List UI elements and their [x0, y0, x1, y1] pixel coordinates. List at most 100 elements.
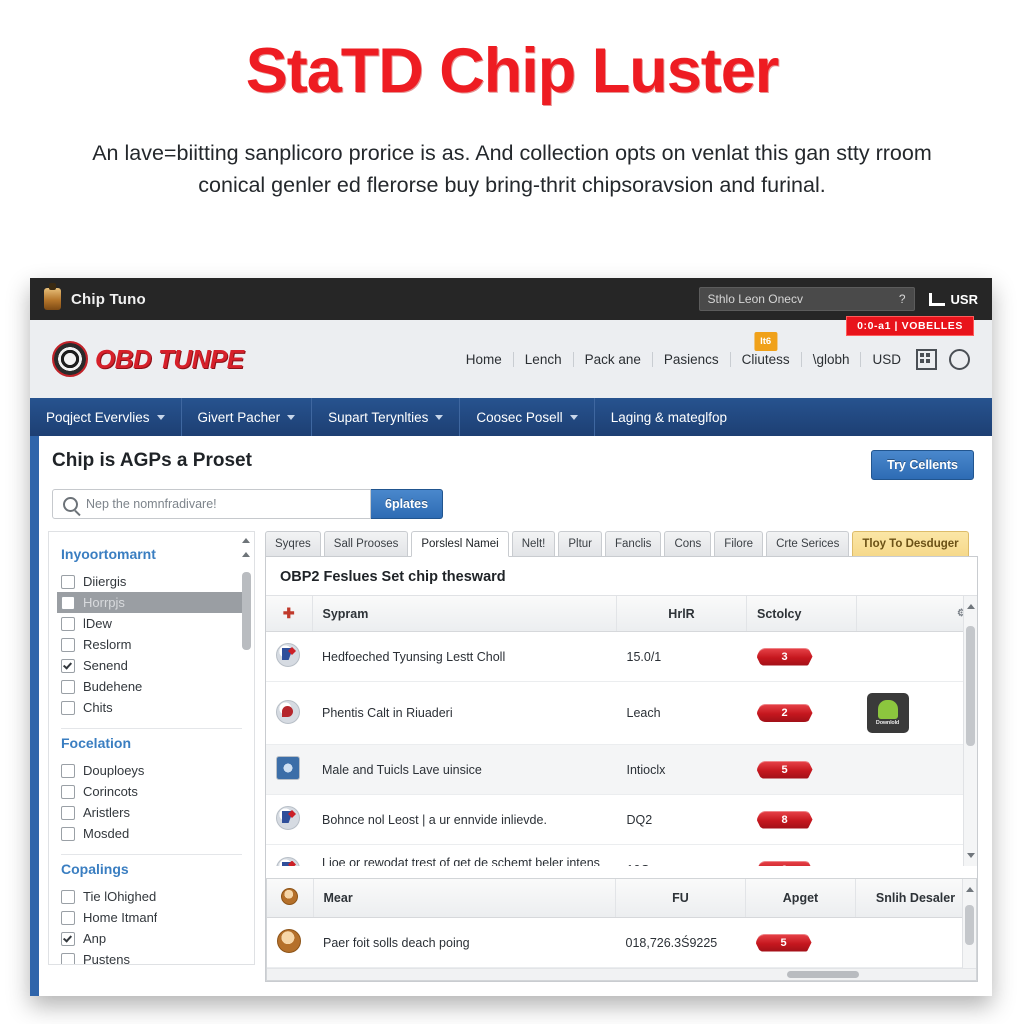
- blue-arrow-icon: [276, 643, 300, 667]
- filter-option[interactable]: Diiergis: [57, 571, 246, 592]
- scroll-down-icon[interactable]: [967, 853, 975, 858]
- mainnav-item-project-overview[interactable]: Poqject Evervlies: [30, 398, 182, 436]
- tab-fanclis[interactable]: Fanclis: [605, 531, 662, 556]
- col-icon[interactable]: ✚: [266, 596, 313, 632]
- topnav-item-currency[interactable]: USD: [861, 352, 912, 367]
- table-row[interactable]: Bohnce nol Leost | a ur ennvide inlievde…: [266, 794, 977, 845]
- scrollbar-thumb[interactable]: [966, 626, 975, 746]
- checkbox[interactable]: [61, 952, 75, 964]
- filter-option[interactable]: Budehene: [57, 676, 246, 697]
- update-button[interactable]: 6plates: [371, 489, 444, 519]
- filter-option[interactable]: Douploeys: [57, 760, 246, 781]
- checkbox-checked[interactable]: [61, 931, 75, 946]
- mainnav-item-supart-terynlties[interactable]: Supart Terynlties: [312, 398, 461, 436]
- search-row: Nep the nomnfradivare! 6plates: [30, 480, 992, 519]
- mainnav-item-coosec-posell[interactable]: Coosec Posell: [460, 398, 595, 436]
- filter-option-label: Pustens: [83, 952, 130, 965]
- checkbox[interactable]: [61, 700, 75, 715]
- calculator-icon[interactable]: [916, 348, 937, 370]
- tab-nelt[interactable]: Nelt!: [511, 531, 556, 556]
- results-table-1-wrapper: ✚ Sypram HrlR Sctolcy ⚙ Hedfoeched Tyuns…: [266, 595, 977, 866]
- mainnav-item-givert-pacher[interactable]: Givert Pacher: [182, 398, 313, 436]
- filter-option[interactable]: Anp: [57, 928, 246, 949]
- row-icon-cell: [266, 794, 312, 845]
- app-name: Chip Tuno: [71, 290, 146, 308]
- android-download-icon[interactable]: Downlold: [866, 693, 909, 733]
- scroll-up-icon[interactable]: [966, 887, 974, 892]
- checkbox[interactable]: [61, 889, 75, 904]
- filter-option[interactable]: Aristlers: [57, 802, 246, 823]
- table-2-scrollbar[interactable]: [962, 879, 976, 980]
- table-row[interactable]: Hedfoeched Tyunsing Lestt Choll 15.0/1 3: [266, 631, 977, 682]
- topnav-item-lench[interactable]: Lench: [514, 351, 574, 367]
- col-hrlr[interactable]: HrlR: [616, 596, 747, 632]
- col-tools[interactable]: ⚙: [856, 596, 977, 632]
- topnav-item-home[interactable]: Home: [455, 351, 514, 367]
- topnav-item-pasiencs[interactable]: Pasiencs: [653, 351, 731, 367]
- tab-porslesl-namei[interactable]: Porslesl Namei: [411, 531, 509, 557]
- scrollbar-thumb[interactable]: [965, 905, 974, 945]
- search-input[interactable]: Nep the nomnfradivare!: [52, 489, 371, 519]
- brand-logo[interactable]: OBD TUNPE: [52, 341, 244, 377]
- checkbox[interactable]: [61, 763, 75, 778]
- tab-filore[interactable]: Filore: [714, 531, 764, 556]
- try-cellents-button[interactable]: Try Cellents: [871, 450, 974, 480]
- titlebar-search-input[interactable]: Sthlo Leon Onecv ?: [698, 287, 915, 311]
- mainnav-item-laging[interactable]: Laging & mateglfop: [595, 398, 743, 436]
- filter-option[interactable]: lDew: [57, 613, 246, 634]
- filter-group-heading-1: Focelation: [61, 735, 132, 751]
- col-snlih-desaler[interactable]: Snlih Desaler: [855, 879, 976, 918]
- table-row[interactable]: Phentis Calt in Riuaderi Leach 2 Downlol…: [266, 681, 977, 745]
- tab-syqres[interactable]: Syqres: [265, 531, 321, 556]
- account-circle-icon[interactable]: [949, 348, 970, 370]
- scroll-up-icon[interactable]: [967, 604, 975, 609]
- table-2-hscrollbar[interactable]: [267, 968, 976, 980]
- hscrollbar-thumb[interactable]: [787, 971, 859, 978]
- tab-pltur[interactable]: Pltur: [558, 531, 602, 556]
- col-sctolcy[interactable]: Sctolcy: [746, 596, 857, 632]
- checkbox-checked[interactable]: [61, 658, 75, 673]
- checkbox[interactable]: [61, 910, 75, 925]
- table-1-scrollbar[interactable]: [963, 596, 977, 866]
- filter-option[interactable]: Chits: [57, 697, 246, 718]
- checkbox[interactable]: [61, 826, 75, 841]
- tab-crte-serices[interactable]: Crte Serices: [766, 531, 850, 556]
- filter-group-focelation: Focelation Douploeys Corincots Aristlers…: [61, 735, 242, 855]
- checkbox[interactable]: [61, 784, 75, 799]
- checkbox[interactable]: [61, 574, 75, 589]
- col-mear[interactable]: Mear: [313, 879, 616, 918]
- scroll-up-icon-2[interactable]: [242, 552, 250, 557]
- scrollbar-thumb[interactable]: [242, 572, 251, 650]
- scroll-up-icon[interactable]: [242, 538, 250, 543]
- tab-tloy-to-desduger[interactable]: Tloy To Desduger: [852, 531, 969, 556]
- topnav-item-cliutess[interactable]: lt6 Cliutess: [731, 331, 802, 367]
- filter-option[interactable]: Tie lOhighed: [57, 886, 246, 907]
- tab-sall-prooses[interactable]: Sall Prooses: [323, 531, 409, 556]
- col-sypram[interactable]: Sypram: [312, 596, 617, 632]
- filter-option-selected[interactable]: Horrpjs: [57, 592, 246, 613]
- checkbox[interactable]: [61, 637, 75, 652]
- checkbox[interactable]: [61, 595, 75, 610]
- topnav-item-packane[interactable]: Pack ane: [574, 351, 653, 367]
- col-fu[interactable]: FU: [615, 879, 746, 918]
- user-menu[interactable]: USR: [928, 292, 978, 307]
- checkbox[interactable]: [61, 616, 75, 631]
- row-badge-cell: 8: [746, 794, 857, 845]
- topnav-item-globh[interactable]: \globh: [802, 351, 862, 367]
- table-row[interactable]: Lioe or rewodat trest of get de schemt b…: [266, 844, 977, 866]
- filter-option[interactable]: Corincots: [57, 781, 246, 802]
- checkbox[interactable]: [61, 805, 75, 820]
- checkbox[interactable]: [61, 679, 75, 694]
- sidebar-scrollbar[interactable]: [242, 538, 251, 956]
- filter-option[interactable]: Reslorm: [57, 634, 246, 655]
- col-icon-2[interactable]: [267, 879, 314, 918]
- filter-option[interactable]: Senend: [57, 655, 246, 676]
- col-apget[interactable]: Apget: [745, 879, 856, 918]
- table-row[interactable]: Paer foit solls deach poing 018,726.3Ś92…: [267, 917, 976, 968]
- filter-option[interactable]: Mosded: [57, 823, 246, 844]
- page-title: Chip is AGPs a Proset: [52, 450, 252, 471]
- table-row[interactable]: Male and Tuicls Lave uinsice Intioclx 5: [266, 744, 977, 795]
- filter-option[interactable]: Home Itmanf: [57, 907, 246, 928]
- tab-cons[interactable]: Cons: [664, 531, 712, 556]
- filter-option[interactable]: Pustens: [57, 949, 246, 965]
